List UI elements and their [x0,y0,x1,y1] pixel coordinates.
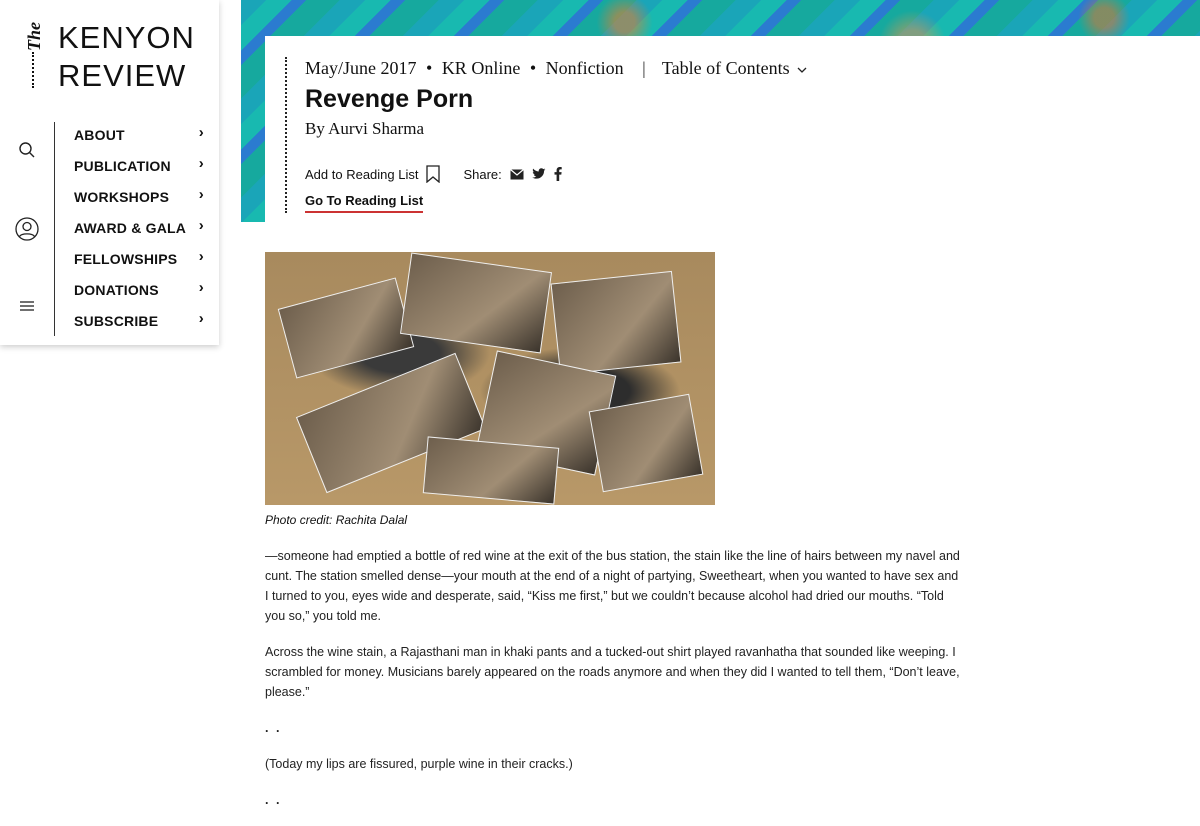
menu-item-about[interactable]: ABOUT › [74,124,208,155]
menu-item-label: SUBSCRIBE [74,313,159,329]
menu-item-label: PUBLICATION [74,158,171,174]
add-to-reading-list-button[interactable]: Add to Reading List [305,165,441,183]
user-icon[interactable] [14,216,40,242]
photo-fragment [550,270,682,376]
photo-fragment [588,393,704,493]
article-actions: Add to Reading List Share: [305,165,562,183]
menu-item-label: ABOUT [74,127,125,143]
bookmark-icon [426,165,441,183]
menu-item-donations[interactable]: DONATIONS › [74,279,208,310]
rail-divider [54,122,55,336]
photo-fragment [422,436,560,505]
chevron-right-icon: › [198,279,204,296]
article-body: —someone had emptied a bottle of red win… [265,546,965,826]
article-byline: By Aurvi Sharma [305,119,424,138]
twitter-icon[interactable] [532,168,546,180]
meta-bullet: • [529,58,537,78]
article-header: May/June 2017 • KR Online • Nonfiction |… [285,55,1165,215]
menu-item-workshops[interactable]: WORKSHOPS › [74,186,208,217]
chevron-down-icon [797,67,807,73]
issue-link[interactable]: May/June 2017 [305,58,417,78]
go-to-reading-list-link[interactable]: Go To Reading List [305,193,424,213]
article-meta: May/June 2017 • KR Online • Nonfiction |… [305,58,807,79]
search-icon[interactable] [14,137,40,163]
section-divider: . . [265,721,282,735]
article-photo [265,252,715,505]
table-of-contents-dropdown[interactable]: Table of Contents [662,58,807,78]
section-link[interactable]: KR Online [442,58,521,78]
menu-icon[interactable] [14,293,40,319]
chevron-right-icon: › [198,310,204,327]
logo-review: REVIEW [58,58,187,93]
email-icon[interactable] [509,168,524,180]
share-label: Share: [463,166,502,182]
menu-item-publication[interactable]: PUBLICATION › [74,155,208,186]
header-dotted-line [285,57,287,213]
reading-list-label: Add to Reading List [305,166,419,182]
site-logo[interactable]: The KENYON REVIEW [22,20,202,93]
photo-fragment [277,277,415,379]
menu-item-label: DONATIONS [74,282,159,298]
chevron-right-icon: › [198,217,204,234]
share-bar: Share: [463,166,562,182]
section-divider: . . [265,793,282,807]
meta-pipe: | [642,58,646,78]
menu-item-label: AWARD & GALA [74,220,187,236]
logo-kenyon: KENYON [58,20,195,55]
chevron-right-icon: › [198,124,204,141]
menu-item-label: FELLOWSHIPS [74,251,178,267]
logo-the: The [24,22,44,51]
menu-item-subscribe[interactable]: SUBSCRIBE › [74,310,208,341]
menu-item-fellowships[interactable]: FELLOWSHIPS › [74,248,208,279]
facebook-icon[interactable] [554,167,562,181]
article-paragraph: (Today my lips are fissured, purple wine… [265,757,573,771]
category-link[interactable]: Nonfiction [546,58,624,78]
photo-caption: Photo credit: Rachita Dalal [265,513,408,527]
article-paragraph: —someone had emptied a bottle of red win… [265,549,960,623]
main-menu: ABOUT › PUBLICATION › WORKSHOPS › AWARD … [74,124,208,341]
article-title: Revenge Porn [305,85,474,113]
meta-bullet: • [426,58,433,78]
menu-item-label: WORKSHOPS [74,189,170,205]
article-paragraph: Across the wine stain, a Rajasthani man … [265,645,960,699]
photo-fragment [399,252,553,354]
chevron-right-icon: › [198,155,204,172]
toc-label: Table of Contents [661,58,790,78]
chevron-right-icon: › [198,248,204,265]
logo-dots [32,52,34,88]
chevron-right-icon: › [198,186,204,203]
sidebar: The KENYON REVIEW ABOUT › PUBLICATION › … [0,0,219,345]
menu-item-award-gala[interactable]: AWARD & GALA › [74,217,208,248]
